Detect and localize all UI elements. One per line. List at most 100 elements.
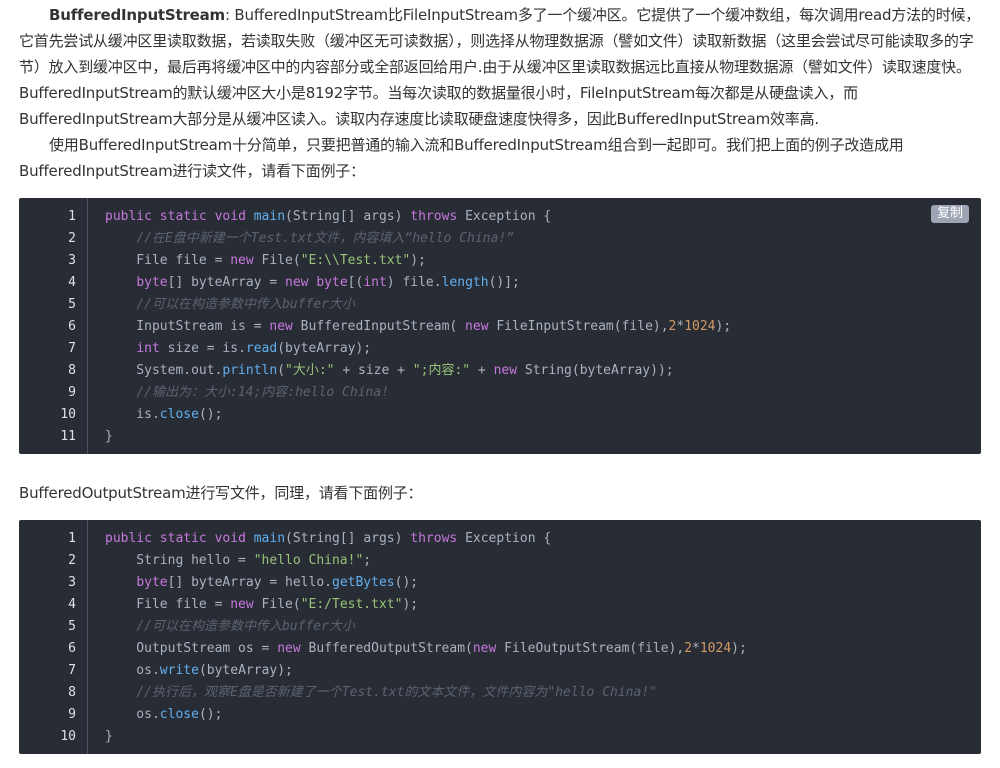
- code-token: new: [285, 275, 309, 290]
- line-number: 1: [68, 531, 76, 546]
- line-number: 8: [68, 685, 76, 700]
- code-text: public static void main(String[] args) t…: [105, 528, 551, 550]
- code-lines: 1 public static void main(String[] args) …: [19, 206, 981, 448]
- code-text: File file = new File("E:/Test.txt");: [105, 594, 418, 616]
- code-token: new: [269, 319, 293, 334]
- code-token: byte: [136, 275, 168, 290]
- code-text: //执行后，观察E盘是否新建了一个Test.txt的文本文件，文件内容为"hel…: [105, 682, 657, 704]
- code-token: System.out.: [105, 363, 223, 378]
- code-line: 3 File file = new File("E:\\Test.txt");: [19, 250, 981, 272]
- code-token: [] byteArray = hello.: [167, 575, 332, 590]
- code-token: byte: [316, 275, 348, 290]
- intro-section: BufferedInputStream: BufferedInputStream…: [19, 2, 981, 184]
- code-token: 1024: [684, 319, 716, 334]
- code-token: new: [493, 363, 518, 378]
- code-token: }: [105, 729, 113, 744]
- line-number: 10: [60, 729, 76, 744]
- code-token: is.: [105, 407, 160, 422]
- code-text: InputStream is = new BufferedInputStream…: [105, 316, 731, 338]
- code-block-write-example: 1 public static void main(String[] args) …: [19, 520, 981, 754]
- code-token: (String[] args): [285, 209, 411, 224]
- code-line: 7 int size = is.read(byteArray);: [19, 338, 981, 360]
- code-line: 2 //在E盘中新建一个Test.txt文件，内容填入“hello China!…: [19, 228, 981, 250]
- intro-paragraph-1-text: : BufferedInputStream比FileInputStream多了一…: [19, 6, 981, 128]
- code-token: main: [253, 209, 286, 224]
- code-token: Exception {: [457, 531, 552, 546]
- code-lines: 1 public static void main(String[] args) …: [19, 528, 981, 748]
- article-body: BufferedInputStream: BufferedInputStream…: [0, 0, 1000, 768]
- code-line: 10}: [19, 726, 981, 748]
- code-token: File file =: [105, 253, 231, 268]
- code-token: (: [277, 363, 286, 378]
- code-token: //执行后，观察E盘是否新建了一个Test.txt的文本文件，文件内容为"hel…: [136, 685, 657, 700]
- code-token: //输出为：大小:14;内容:hello China!: [136, 385, 390, 400]
- code-token: new: [277, 641, 301, 656]
- code-token: byte: [136, 575, 168, 590]
- code-token: ();: [198, 407, 223, 422]
- line-number: 2: [68, 553, 76, 568]
- code-token: [] byteArray =: [167, 275, 286, 290]
- code-token: String(byteArray));: [517, 363, 674, 378]
- code-token: "E:\\Test.txt": [300, 253, 411, 268]
- code-token: ) file.: [386, 275, 442, 290]
- code-text: byte[] byteArray = hello.getBytes();: [105, 572, 418, 594]
- code-line: 4 File file = new File("E:/Test.txt");: [19, 594, 981, 616]
- code-token: getBytes: [332, 575, 395, 590]
- code-text: File file = new File("E:\\Test.txt");: [105, 250, 426, 272]
- code-token: static: [159, 209, 207, 224]
- code-text: //可以在构造参数中传入buffer大小: [105, 294, 355, 316]
- code-token: OutputStream os =: [105, 641, 278, 656]
- code-text: os.write(byteArray);: [105, 660, 293, 682]
- code-line: 10 is.close();: [19, 404, 981, 426]
- code-token: File(: [253, 597, 301, 612]
- intro-paragraph-1: BufferedInputStream: BufferedInputStream…: [19, 2, 981, 132]
- code-token: BufferedOutputStream(: [300, 641, 473, 656]
- code-token: +: [470, 363, 494, 378]
- code-text: os.close();: [105, 704, 222, 726]
- code-token: void: [214, 209, 246, 224]
- code-token: new: [230, 253, 254, 268]
- code-token: File file =: [105, 597, 231, 612]
- copy-button[interactable]: 复制: [930, 205, 969, 223]
- code-token: os.: [105, 707, 160, 722]
- code-token: ";内容:": [412, 363, 471, 378]
- code-line: 5 //可以在构造参数中传入buffer大小: [19, 616, 981, 638]
- line-number: 6: [68, 641, 76, 656]
- code-token: //在E盘中新建一个Test.txt文件，内容填入“hello China!”: [136, 231, 514, 246]
- code-token: os.: [105, 663, 160, 678]
- code-block-read-example: 1 public static void main(String[] args) …: [19, 198, 981, 454]
- code-text: String hello = "hello China!";: [105, 550, 371, 572]
- code-text: }: [105, 426, 113, 448]
- code-token: read: [245, 341, 278, 356]
- code-line: 9 //输出为：大小:14;内容:hello China!: [19, 382, 981, 404]
- line-number: 1: [68, 209, 76, 224]
- code-token: (String[] args): [285, 531, 411, 546]
- code-token: length: [441, 275, 489, 290]
- output-intro-paragraph: BufferedOutputStream进行写文件，同理，请看下面例子：: [19, 484, 423, 502]
- code-token: FileOutputStream(file),: [496, 641, 685, 656]
- code-token: throws: [410, 209, 458, 224]
- code-text: public static void main(String[] args) t…: [105, 206, 551, 228]
- code-token: int: [136, 341, 160, 356]
- code-line: 5 //可以在构造参数中传入buffer大小: [19, 294, 981, 316]
- code-token: close: [159, 407, 199, 422]
- code-token: InputStream is =: [105, 319, 270, 334]
- intro-paragraph-2: 使用BufferedInputStream十分简单，只要把普通的输入流和Buff…: [19, 136, 904, 180]
- code-text: OutputStream os = new BufferedOutputStre…: [105, 638, 747, 660]
- code-token: (byteArray);: [198, 663, 293, 678]
- code-token: + size +: [334, 363, 413, 378]
- code-token: 1024: [699, 641, 732, 656]
- line-number: 9: [68, 385, 76, 400]
- code-line: 8 System.out.println("大小:" + size + ";内容…: [19, 360, 981, 382]
- code-line: 11}: [19, 426, 981, 448]
- code-text: //可以在构造参数中传入buffer大小: [105, 616, 355, 638]
- code-token: ;: [363, 553, 372, 568]
- code-token: int: [363, 275, 387, 290]
